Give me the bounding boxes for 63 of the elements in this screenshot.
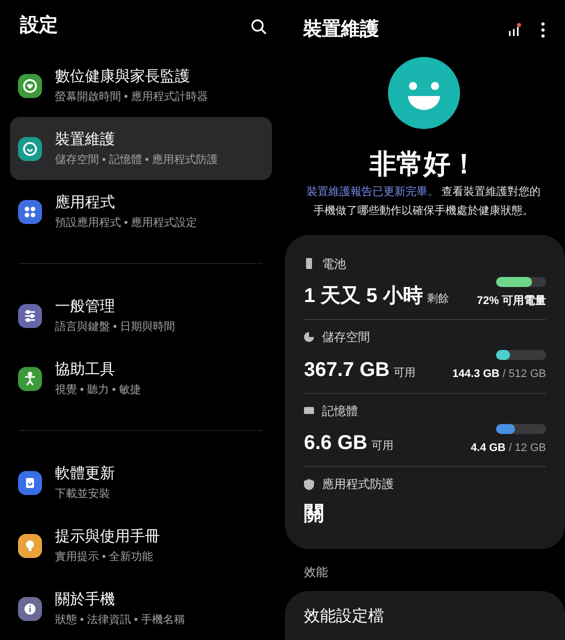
item-title: 協助工具 xyxy=(55,360,116,380)
settings-item[interactable]: 一般管理 語言與鍵盤 • 日期與時間 xyxy=(10,284,272,347)
person-icon xyxy=(18,366,42,390)
smiley-icon xyxy=(388,56,460,129)
bulb-icon xyxy=(18,534,42,558)
stat-row[interactable]: 應用程式防護 關 xyxy=(304,466,546,542)
search-icon[interactable] xyxy=(250,18,268,36)
stat-label: 儲存空間 xyxy=(322,329,370,346)
settings-item[interactable]: 裝置維護 儲存空間 • 記憶體 • 應用程式防護 xyxy=(10,117,272,180)
settings-item[interactable]: 提示與使用手冊 實用提示 • 全新功能 xyxy=(10,514,272,577)
item-title: 軟體更新 xyxy=(55,464,115,484)
pie-icon xyxy=(304,332,314,343)
item-title: 一般管理 xyxy=(55,296,116,316)
stat-value: 6.6 GB xyxy=(304,431,368,456)
item-subtitle: 下載並安裝 xyxy=(55,486,111,502)
item-subtitle: 實用提示 • 全新功能 xyxy=(55,550,154,564)
page-title: 裝置維護 xyxy=(303,18,379,42)
item-title: 裝置維護 xyxy=(55,130,116,150)
item-subtitle: 視覺 • 聽力 • 敏捷 xyxy=(55,382,141,398)
settings-item[interactable]: 軟體更新 下載並安裝 xyxy=(10,451,272,514)
stat-value: 1 天又 5 小時 xyxy=(304,284,423,310)
stat-unit: 可用 xyxy=(394,366,416,381)
settings-item[interactable]: 關於手機 狀態 • 法律資訊 • 手機名稱 xyxy=(10,577,272,640)
item-title: 提示與使用手冊 xyxy=(55,526,160,546)
status-heading: 非常好！ xyxy=(368,148,478,181)
stat-label: 記憶體 xyxy=(322,402,358,420)
performance-title: 效能設定檔 xyxy=(304,608,384,626)
performance-card[interactable]: 效能設定檔 xyxy=(285,591,565,640)
stat-value: 關 xyxy=(304,502,325,528)
more-icon[interactable] xyxy=(541,22,545,38)
stat-label: 應用程式防護 xyxy=(322,476,394,494)
stat-unit: 剩餘 xyxy=(426,292,449,308)
stat-value: 367.7 GB xyxy=(304,358,390,383)
status-description: 裝置維護報告已更新完畢。 查看裝置維護對您的手機做了哪些動作以確保手機處於健康狀態。 xyxy=(305,184,542,219)
item-subtitle: 狀態 • 法律資訊 • 手機名稱 xyxy=(55,612,185,628)
item-subtitle: 儲存空間 • 記憶體 • 應用程式防護 xyxy=(55,152,218,168)
stat-label: 電池 xyxy=(322,256,346,273)
stat-row[interactable]: 電池 1 天又 5 小時 剩餘 72% 可用電量 xyxy=(304,246,546,320)
stat-row[interactable]: 儲存空間 367.7 GB 可用 144.3 GB / 512 GB xyxy=(304,319,546,393)
settings-item[interactable]: 協助工具 視覺 • 聽力 • 敏捷 xyxy=(10,347,272,410)
apps-icon xyxy=(18,200,42,224)
info-icon xyxy=(18,596,42,620)
item-subtitle: 預設應用程式 • 應用程式設定 xyxy=(55,216,197,230)
settings-item[interactable]: 應用程式 預設應用程式 • 應用程式設定 xyxy=(10,180,272,243)
usage-detail: 72% 可用電量 xyxy=(476,294,546,309)
battery-icon xyxy=(304,258,314,270)
shield-icon xyxy=(304,478,314,490)
stat-unit: 可用 xyxy=(371,439,394,454)
sliders-icon xyxy=(18,304,42,328)
settings-item[interactable]: 數位健康與家長監護 螢幕開啟時間 • 應用程式計時器 xyxy=(10,54,272,117)
item-title: 數位健康與家長監護 xyxy=(55,66,191,86)
item-title: 關於手機 xyxy=(55,590,116,610)
item-subtitle: 螢幕開啟時間 • 應用程式計時器 xyxy=(55,90,208,104)
report-link[interactable]: 裝置維護報告已更新完畢。 xyxy=(306,186,438,198)
usage-detail: 4.4 GB / 12 GB xyxy=(470,440,546,456)
item-subtitle: 語言與鍵盤 • 日期與時間 xyxy=(55,320,175,334)
chart-icon[interactable] xyxy=(507,22,523,38)
section-header: 效能 xyxy=(303,564,329,582)
usage-detail: 144.3 GB / 512 GB xyxy=(452,367,546,382)
page-title: 設定 xyxy=(20,14,58,38)
item-title: 應用程式 xyxy=(55,192,116,212)
phone-icon xyxy=(18,470,42,494)
stat-row[interactable]: 記憶體 6.6 GB 可用 4.4 GB / 12 GB xyxy=(304,392,546,466)
